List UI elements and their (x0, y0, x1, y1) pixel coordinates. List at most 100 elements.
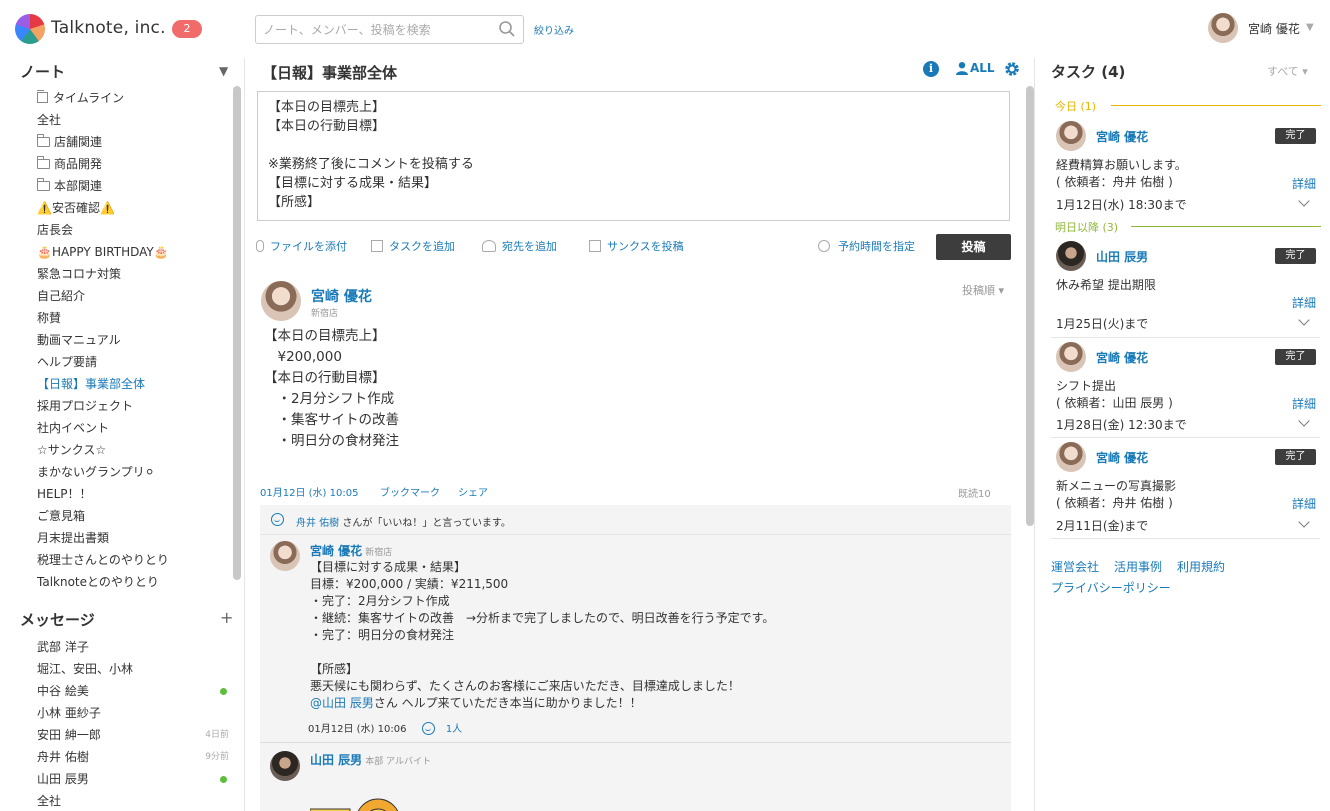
task-detail-link[interactable]: 詳細 (1292, 395, 1316, 412)
task-assignee-avatar[interactable] (1056, 342, 1086, 372)
post-composer[interactable]: 【本日の目標売上】 【本日の行動目標】 ※業務終了後にコメントを投稿する 【目標… (257, 91, 1010, 221)
footer-cases-link[interactable]: 活用事例 (1114, 558, 1162, 575)
post-button[interactable]: 投稿 (936, 234, 1011, 260)
user-avatar[interactable] (1208, 13, 1238, 43)
footer-terms-link[interactable]: 利用規約 (1177, 558, 1225, 575)
sidebar-note-item[interactable]: Talknoteとのやりとり (37, 571, 229, 593)
add-recipient-button[interactable]: 宛先を追加 (482, 238, 557, 254)
sidebar-message-item[interactable]: 舟井 佑樹 9分前 (37, 746, 229, 768)
task-assignee[interactable]: 宮崎 優花 (1096, 349, 1148, 366)
user-name[interactable]: 宮崎 優花 (1248, 20, 1300, 37)
sidebar-note-item[interactable]: 🎂HAPPY BIRTHDAY🎂 (37, 241, 229, 263)
sidebar-note-item[interactable]: 本部関連 (37, 175, 229, 197)
attach-file-button[interactable]: ファイルを添付 (256, 238, 347, 254)
sidebar-note-item[interactable]: 称賛 (37, 307, 229, 329)
sidebar-note-item[interactable]: 月末提出書類 (37, 527, 229, 549)
chevron-down-icon[interactable]: ▼ (1306, 22, 1314, 33)
task-detail-link[interactable]: 詳細 (1292, 175, 1316, 192)
read-count[interactable]: 既読10 (958, 485, 991, 500)
comment-location: 本部 アルバイト (365, 757, 431, 767)
sidebar-note-item[interactable]: 全社 (37, 109, 229, 131)
sidebar-message-item[interactable]: 山田 辰男 (37, 768, 229, 790)
chevron-down-icon[interactable] (1298, 314, 1310, 326)
task-assignee-avatar[interactable] (1056, 241, 1086, 271)
smile-icon[interactable] (271, 513, 284, 526)
task-detail-link[interactable]: 詳細 (1292, 294, 1316, 311)
like-user[interactable]: 舟井 佑樹 (296, 518, 339, 529)
members-all-label[interactable]: ALL (970, 61, 995, 75)
post-author[interactable]: 宮崎 優花 (311, 286, 372, 306)
feed-scrollbar[interactable] (1026, 86, 1034, 526)
comment-author[interactable]: 宮崎 優花 新宿店 (310, 542, 392, 559)
sidebar-note-item[interactable]: ご意見箱 (37, 505, 229, 527)
task-done-button[interactable]: 完了 (1275, 128, 1316, 144)
task-done-button[interactable]: 完了 (1275, 248, 1316, 264)
members-icon[interactable] (955, 61, 969, 75)
task-done-button[interactable]: 完了 (1275, 449, 1316, 465)
sidebar-note-item[interactable]: 採用プロジェクト (37, 395, 229, 417)
sidebar-note-item[interactable]: タイムライン (37, 87, 229, 109)
notification-badge[interactable]: 2 (172, 20, 202, 38)
info-icon[interactable]: i (923, 61, 939, 77)
search-input[interactable] (255, 15, 524, 44)
sidebar-note-item[interactable]: 商品開発 (37, 153, 229, 175)
collapse-triangle-icon[interactable]: ▼ (219, 64, 228, 78)
task-filter-dropdown[interactable]: すべて ▾ (1267, 63, 1308, 79)
sidebar-note-item[interactable]: ☆サンクス☆ (37, 439, 229, 461)
search-icon[interactable] (498, 20, 516, 38)
filter-link[interactable]: 絞り込み (534, 22, 574, 37)
chevron-down-icon[interactable] (1298, 195, 1310, 207)
task-assignee[interactable]: 山田 辰男 (1096, 248, 1148, 265)
footer-privacy-link[interactable]: プライバシーポリシー (1051, 579, 1171, 596)
sidebar-note-item[interactable]: 店舗関連 (37, 131, 229, 153)
task-done-button[interactable]: 完了 (1275, 349, 1316, 365)
add-task-button[interactable]: タスクを追加 (371, 238, 455, 254)
sidebar-note-item[interactable]: 緊急コロナ対策 (37, 263, 229, 285)
sidebar-message-item[interactable]: 小林 亜紗子 (37, 702, 229, 724)
sidebar-note-item[interactable]: 社内イベント (37, 417, 229, 439)
chevron-down-icon[interactable] (1298, 415, 1310, 427)
task-detail-link[interactable]: 詳細 (1292, 495, 1316, 512)
sidebar-note-item[interactable]: まかないグランプリ⚪ (37, 461, 229, 483)
sidebar-scrollbar[interactable] (233, 86, 241, 580)
company-name[interactable]: Talknote, inc. (51, 18, 166, 38)
task-assignee[interactable]: 宮崎 優花 (1096, 128, 1148, 145)
chevron-down-icon[interactable] (1298, 516, 1310, 528)
comment-like-count[interactable]: 1人 (446, 724, 462, 735)
sidebar-note-item[interactable]: 自己紹介 (37, 285, 229, 307)
add-message-icon[interactable]: + (220, 608, 233, 627)
sidebar-note-item[interactable]: ヘルプ要請 (37, 351, 229, 373)
sidebar-message-item[interactable]: 武部 洋子 (37, 636, 229, 658)
talknote-logo-icon[interactable] (15, 14, 45, 44)
sidebar-note-label: タイムライン (53, 91, 125, 105)
comment-author-name[interactable]: 山田 辰男 (310, 753, 362, 767)
comment-avatar[interactable] (270, 751, 300, 781)
footer-company-link[interactable]: 運営会社 (1051, 558, 1099, 575)
task-assignee[interactable]: 宮崎 優花 (1096, 449, 1148, 466)
gear-icon[interactable] (1004, 61, 1020, 77)
sidebar-note-item[interactable]: 店長会 (37, 219, 229, 241)
sidebar-note-item[interactable]: 動画マニュアル (37, 329, 229, 351)
sidebar-message-item[interactable]: 堀江、安田、小林 (37, 658, 229, 680)
sidebar-note-item[interactable]: ⚠️安否確認⚠️ (37, 197, 229, 219)
sidebar-note-item[interactable]: 【日報】事業部全体 (37, 373, 229, 395)
post-author-avatar[interactable] (261, 281, 301, 321)
sort-order-dropdown[interactable]: 投稿順 ▾ (962, 282, 1004, 298)
post-date[interactable]: 01月12日 (水) 10:05 (260, 484, 358, 499)
post-thanks-button[interactable]: サンクスを投稿 (589, 238, 684, 254)
mention-link[interactable]: @山田 辰男 (310, 696, 374, 710)
comment-author[interactable]: 山田 辰男 本部 アルバイト (310, 751, 431, 768)
task-assignee-avatar[interactable] (1056, 442, 1086, 472)
sidebar-message-item[interactable]: 全社 (37, 790, 229, 811)
comment-avatar[interactable] (270, 541, 300, 571)
comment-author-name[interactable]: 宮崎 優花 (310, 544, 362, 558)
sidebar-note-item[interactable]: HELP！！ (37, 483, 229, 505)
task-assignee-avatar[interactable] (1056, 121, 1086, 151)
sidebar-message-item[interactable]: 安田 紳一郎 4日前 (37, 724, 229, 746)
bookmark-link[interactable]: ブックマーク (380, 484, 440, 499)
share-link[interactable]: シェア (458, 484, 488, 499)
sidebar-note-item[interactable]: 税理士さんとのやりとり (37, 549, 229, 571)
smile-icon[interactable] (421, 722, 435, 735)
sidebar-message-item[interactable]: 中谷 絵美 (37, 680, 229, 702)
schedule-button[interactable]: 予約時間を指定 (818, 238, 915, 254)
